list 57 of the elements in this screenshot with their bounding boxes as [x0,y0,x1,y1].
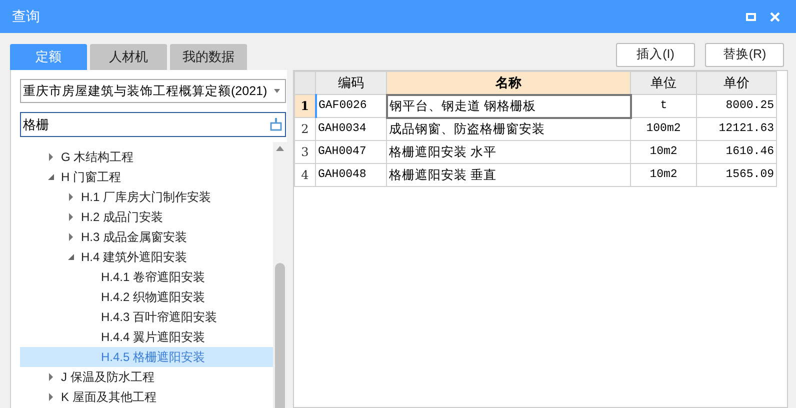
table-cell: 1565.09 [696,164,776,186]
search-field[interactable]: 格栅 [20,112,286,137]
tab[interactable]: 我的数据 [170,44,247,70]
table-cell: 100m2 [630,118,696,140]
tree-item[interactable]: H.4.3 百叶帘遮阳安装 [20,307,273,327]
brush-icon[interactable] [270,118,282,131]
table-cell: 8000.25 [696,94,776,118]
table-cell: GAH0047 [316,140,386,164]
tab[interactable]: 人材机 [90,44,167,70]
table-cell: 10m2 [630,140,696,164]
column-header[interactable]: 编码 [316,72,386,94]
scroll-up-icon[interactable] [276,146,284,151]
tree-item[interactable]: H.3 成品金属窗安装 [20,227,273,247]
table-cell: 格栅遮阳安装 水平 [386,140,630,164]
tree-item[interactable]: H.4 建筑外遮阳安装 [20,247,273,267]
tree-item[interactable]: H.4.1 卷帘遮阳安装 [20,267,273,287]
column-header[interactable]: 单价 [696,72,776,94]
table-cell: t [630,94,696,118]
tree-item[interactable]: H.4.4 翼片遮阳安装 [20,327,273,347]
tree-item[interactable]: H.1 厂库房大门制作安装 [20,187,273,207]
scrollbar[interactable] [273,142,287,408]
collapsed-triangle-icon[interactable] [67,193,75,201]
table-cell: 钢平台、钢走道 钢格栅板 [386,94,630,118]
tree-item[interactable]: H.2 成品门安装 [20,207,273,227]
table-cell: 12121.63 [696,118,776,140]
library-dropdown[interactable]: 重庆市房屋建筑与装饰工程概算定额(2021) [20,79,286,103]
tree-item[interactable]: J 保温及防水工程 [20,367,273,387]
row-number[interactable]: 1 [294,94,316,118]
row-number[interactable]: 4 [294,164,316,186]
table-cell: GAH0048 [316,164,386,186]
expanded-triangle-icon[interactable] [67,253,75,261]
window-title: 查询 [12,7,40,26]
collapsed-triangle-icon[interactable] [67,213,75,221]
table-cell: 成品钢窗、防盗格栅窗安装 [386,118,630,140]
collapsed-triangle-icon[interactable] [67,233,75,241]
action-button[interactable]: 替换(R) [705,42,784,66]
scrollbar-thumb[interactable] [275,263,285,408]
tree-item[interactable]: H.4.2 织物遮阳安装 [20,287,273,307]
column-header[interactable]: 单位 [630,72,696,94]
collapsed-triangle-icon[interactable] [47,393,55,401]
expanded-triangle-icon[interactable] [47,173,55,181]
dropdown-caret-icon [274,89,280,93]
row-number[interactable]: 3 [294,140,316,164]
action-button[interactable]: 插入(I) [616,42,695,66]
column-header[interactable]: 名称 [386,72,630,94]
close-icon[interactable] [770,12,780,22]
collapsed-triangle-icon[interactable] [47,373,55,381]
tree-item[interactable]: H 门窗工程 [20,167,273,187]
table-cell: GAH0034 [316,118,386,140]
table-cell: 1610.46 [696,140,776,164]
collapsed-triangle-icon[interactable] [47,153,55,161]
tree-item[interactable]: G 木结构工程 [20,147,273,167]
table-cell: 10m2 [630,164,696,186]
maximize-icon[interactable] [746,12,756,20]
row-number[interactable]: 2 [294,118,316,140]
table-cell: 格栅遮阳安装 垂直 [386,164,630,186]
tree-item[interactable]: K 屋面及其他工程 [20,387,273,407]
